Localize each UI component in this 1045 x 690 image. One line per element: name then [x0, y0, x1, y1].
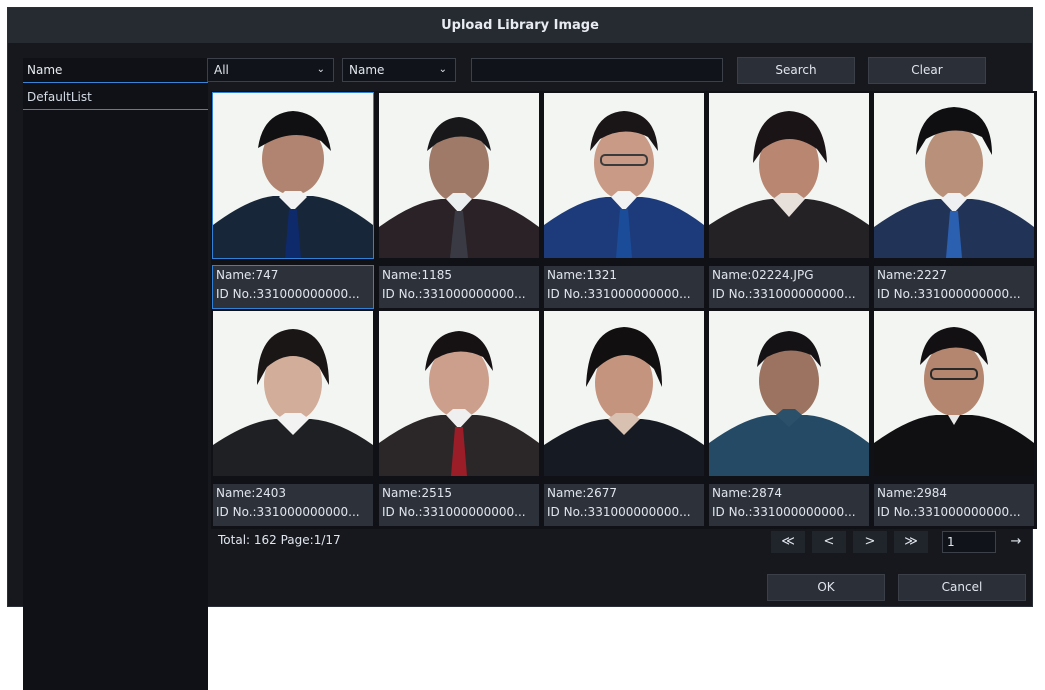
- search-button[interactable]: Search: [737, 57, 855, 84]
- face-name: Name:2874: [712, 486, 782, 500]
- face-id: ID No.:331000000000...: [877, 505, 1021, 519]
- go-page-button[interactable]: →: [1004, 531, 1028, 553]
- dialog-title: Upload Library Image: [8, 8, 1032, 43]
- face-card-info: Name:1185 ID No.:331000000000...: [379, 266, 539, 308]
- face-photo: [709, 311, 869, 476]
- search-input[interactable]: [471, 58, 723, 82]
- face-name: Name:1321: [547, 268, 617, 282]
- face-name: Name:1185: [382, 268, 452, 282]
- search-field-value: Name: [349, 63, 385, 77]
- face-name: Name:2984: [877, 486, 947, 500]
- cancel-button[interactable]: Cancel: [898, 574, 1026, 601]
- library-item-defaultlist[interactable]: DefaultList: [23, 85, 208, 110]
- face-photo: [544, 93, 704, 258]
- search-field-select[interactable]: Name ⌄: [342, 58, 456, 82]
- face-card[interactable]: Name:1185 ID No.:331000000000...: [379, 93, 539, 309]
- face-photo: [379, 93, 539, 258]
- face-id: ID No.:331000000000...: [712, 505, 856, 519]
- face-card-info: Name:2984 ID No.:331000000000...: [874, 484, 1034, 526]
- face-card-info: Name:2403 ID No.:331000000000...: [213, 484, 373, 526]
- face-card[interactable]: Name:1321 ID No.:331000000000...: [544, 93, 704, 309]
- face-id: ID No.:331000000000...: [712, 287, 856, 301]
- face-id: ID No.:331000000000...: [216, 505, 360, 519]
- group-select[interactable]: All ⌄: [207, 58, 334, 82]
- right-chevron-icon: >: [864, 534, 876, 549]
- double-left-chevron-icon: ≪: [781, 534, 795, 549]
- face-card-info: Name:1321 ID No.:331000000000...: [544, 266, 704, 308]
- face-photo: [874, 93, 1034, 258]
- left-chevron-icon: <: [823, 534, 835, 549]
- face-name: Name:02224.JPG: [712, 268, 814, 282]
- face-name: Name:747: [216, 268, 279, 282]
- group-select-value: All: [214, 63, 229, 77]
- face-card[interactable]: Name:02224.JPG ID No.:331000000000...: [709, 93, 869, 309]
- chevron-down-icon: ⌄: [438, 64, 447, 75]
- face-photo: [379, 311, 539, 476]
- ok-button[interactable]: OK: [767, 574, 885, 601]
- library-list-panel: Name DefaultList: [23, 58, 208, 690]
- face-photo: [212, 92, 374, 259]
- face-card-info: Name:747 ID No.:331000000000...: [212, 265, 374, 309]
- face-photo: [213, 311, 373, 476]
- face-card[interactable]: Name:2874 ID No.:331000000000...: [709, 311, 869, 527]
- face-name: Name:2403: [216, 486, 286, 500]
- face-id: ID No.:331000000000...: [877, 287, 1021, 301]
- face-id: ID No.:331000000000...: [547, 505, 691, 519]
- face-id: ID No.:331000000000...: [547, 287, 691, 301]
- face-photo: [544, 311, 704, 476]
- face-card[interactable]: Name:2403 ID No.:331000000000...: [213, 311, 373, 527]
- pagination-summary: Total: 162 Page:1/17: [218, 533, 341, 547]
- face-id: ID No.:331000000000...: [382, 505, 526, 519]
- face-card-info: Name:2227 ID No.:331000000000...: [874, 266, 1034, 308]
- double-right-chevron-icon: ≫: [904, 534, 918, 549]
- face-card[interactable]: Name:2227 ID No.:331000000000...: [874, 93, 1034, 309]
- face-card[interactable]: Name:747 ID No.:331000000000...: [212, 92, 374, 309]
- face-card[interactable]: Name:2677 ID No.:331000000000...: [544, 311, 704, 527]
- face-name: Name:2227: [877, 268, 947, 282]
- face-id: ID No.:331000000000...: [382, 287, 526, 301]
- prev-page-button[interactable]: <: [812, 531, 846, 553]
- face-card[interactable]: Name:2984 ID No.:331000000000...: [874, 311, 1034, 527]
- upload-library-image-dialog: Upload Library Image Name DefaultList Al…: [7, 7, 1037, 690]
- chevron-down-icon: ⌄: [316, 64, 325, 75]
- clear-button[interactable]: Clear: [868, 57, 986, 84]
- page-number-input[interactable]: 1: [942, 531, 996, 553]
- face-photo: [709, 93, 869, 258]
- next-page-button[interactable]: >: [853, 531, 887, 553]
- face-card-info: Name:02224.JPG ID No.:331000000000...: [709, 266, 869, 308]
- last-page-button[interactable]: ≫: [894, 531, 928, 553]
- face-name: Name:2677: [547, 486, 617, 500]
- library-list-header: Name: [23, 58, 208, 83]
- face-id: ID No.:331000000000...: [216, 287, 360, 301]
- face-name: Name:2515: [382, 486, 452, 500]
- face-card-info: Name:2874 ID No.:331000000000...: [709, 484, 869, 526]
- face-card-info: Name:2515 ID No.:331000000000...: [379, 484, 539, 526]
- right-arrow-icon: →: [1010, 534, 1022, 549]
- face-photo: [874, 311, 1034, 476]
- first-page-button[interactable]: ≪: [771, 531, 805, 553]
- face-card-info: Name:2677 ID No.:331000000000...: [544, 484, 704, 526]
- face-card[interactable]: Name:2515 ID No.:331000000000...: [379, 311, 539, 527]
